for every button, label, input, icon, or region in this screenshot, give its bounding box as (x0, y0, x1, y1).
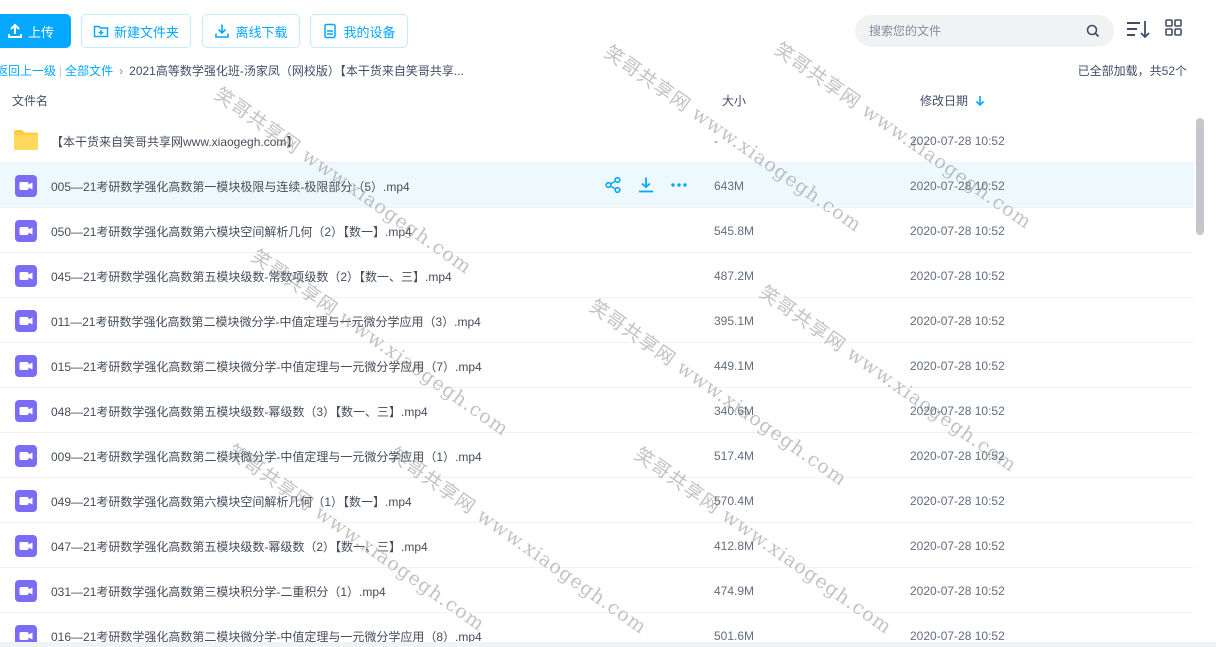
sort-desc-icon (976, 96, 985, 107)
search-icon[interactable] (1086, 24, 1100, 38)
bottom-divider (0, 642, 1216, 647)
column-name[interactable]: 文件名 (12, 92, 48, 109)
file-date: 2020-07-28 10:52 (910, 404, 1005, 418)
file-date: 2020-07-28 10:52 (910, 134, 1005, 148)
file-date: 2020-07-28 10:52 (910, 494, 1005, 508)
file-size: 449.1M (714, 359, 755, 373)
search-input[interactable] (869, 24, 1086, 38)
file-size: - (714, 134, 718, 148)
new-folder-label: 新建文件夹 (113, 24, 179, 40)
new-folder-icon (93, 25, 109, 38)
video-file-icon (15, 310, 37, 332)
video-file-icon (15, 265, 37, 287)
folder-icon (13, 129, 38, 150)
grid-view-icon[interactable] (1165, 19, 1182, 36)
download-icon[interactable] (637, 176, 655, 194)
file-size: 395.1M (714, 314, 755, 328)
file-size: 643M (714, 179, 745, 193)
file-size: 487.2M (714, 269, 755, 283)
file-name[interactable]: 005—21考研数学强化高数第一模块极限与连续-极限部分（5）.mp4 (51, 178, 410, 195)
file-row[interactable]: 015—21考研数学强化高数第二模块微分学-中值定理与一元微分学应用（7）.mp… (0, 343, 1194, 388)
video-file-icon (15, 355, 37, 377)
file-row[interactable]: 031—21考研数学强化高数第三模块积分学-二重积分（1）.mp4 474.9M 2… (0, 568, 1194, 613)
offline-download-label: 离线下载 (235, 24, 288, 40)
file-name[interactable]: 031—21考研数学强化高数第三模块积分学-二重积分（1）.mp4 (51, 583, 386, 600)
file-date: 2020-07-28 10:52 (910, 539, 1005, 553)
file-date: 2020-07-28 10:52 (910, 584, 1005, 598)
scrollbar-thumb[interactable] (1196, 118, 1204, 235)
file-size: 340.6M (714, 404, 755, 418)
new-folder-button[interactable]: 新建文件夹 (81, 14, 191, 48)
file-size: 545.8M (714, 224, 755, 238)
column-size[interactable]: 大小 (722, 92, 746, 109)
video-file-icon (15, 490, 37, 512)
video-file-icon (15, 175, 37, 197)
file-row[interactable]: 048—21考研数学强化高数第五模块级数-幂级数（3）【数一、三】.mp4 340… (0, 388, 1194, 433)
sort-icon[interactable] (1126, 19, 1150, 41)
scrollbar[interactable] (1196, 118, 1204, 638)
share-icon[interactable] (604, 176, 622, 194)
file-date: 2020-07-28 10:52 (910, 314, 1005, 328)
file-size: 570.4M (714, 494, 755, 508)
file-name[interactable]: 048—21考研数学强化高数第五模块级数-幂级数（3）【数一、三】.mp4 (51, 403, 428, 420)
file-date: 2020-07-28 10:52 (910, 269, 1005, 283)
my-devices-button[interactable]: 我的设备 (310, 14, 408, 48)
video-file-icon (15, 400, 37, 422)
offline-download-button[interactable]: 离线下载 (202, 14, 300, 48)
file-row[interactable]: 047—21考研数学强化高数第五模块级数-幂级数（2）【数一、三】.mp4 412… (0, 523, 1194, 568)
file-row[interactable]: 049—21考研数学强化高数第六模块空间解析几何（1）【数一】.mp4 570.4… (0, 478, 1194, 523)
file-row[interactable]: 005—21考研数学强化高数第一模块极限与连续-极限部分（5）.mp4 643M 2… (0, 163, 1194, 208)
file-name[interactable]: 009—21考研数学强化高数第二模块微分学-中值定理与一元微分学应用（1）.mp… (51, 448, 482, 465)
upload-button[interactable]: 上传 (0, 14, 71, 48)
crumb-divider: | (59, 63, 63, 78)
file-size: 501.6M (714, 629, 755, 643)
file-name[interactable]: 015—21考研数学强化高数第二模块微分学-中值定理与一元微分学应用（7）.mp… (51, 358, 482, 375)
device-icon (324, 23, 337, 39)
more-icon[interactable] (670, 176, 688, 194)
file-row[interactable]: 011—21考研数学强化高数第二模块微分学-中值定理与一元微分学应用（3）.mp… (0, 298, 1194, 343)
file-name[interactable]: 011—21考研数学强化高数第二模块微分学-中值定理与一元微分学应用（3）.mp… (51, 313, 481, 330)
row-actions (604, 176, 688, 194)
toolbar: 上传 新建文件夹 离线下载 我的设备 (0, 0, 1216, 60)
column-modified-label: 修改日期 (920, 94, 969, 108)
file-name[interactable]: 050—21考研数学强化高数第六模块空间解析几何（2）【数一】.mp4 (51, 223, 412, 240)
column-modified[interactable]: 修改日期 (920, 92, 985, 109)
breadcrumb: 返回上一级 | 全部文件 › 2021高等数学强化班-汤家凤（网校版）【本干货来… (0, 62, 1216, 79)
folder-row[interactable]: 【本干货来自笑哥共享网www.xiaogegh.com】 - 2020-07-28 … (0, 118, 1194, 163)
file-name[interactable]: 045—21考研数学强化高数第五模块级数-常数项级数（2）【数一、三】.mp4 (51, 268, 452, 285)
video-file-icon (15, 445, 37, 467)
upload-icon (7, 23, 22, 38)
file-date: 2020-07-28 10:52 (910, 179, 1005, 193)
file-row[interactable]: 045—21考研数学强化高数第五模块级数-常数项级数（2）【数一、三】.mp4 4… (0, 253, 1194, 298)
file-date: 2020-07-28 10:52 (910, 359, 1005, 373)
video-file-icon (15, 580, 37, 602)
file-row[interactable]: 050—21考研数学强化高数第六模块空间解析几何（2）【数一】.mp4 545.8… (0, 208, 1194, 253)
back-link[interactable]: 返回上一级 (0, 62, 56, 79)
load-status: 已全部加载，共52个 (1077, 64, 1187, 78)
download-icon (215, 24, 230, 38)
current-folder: 2021高等数学强化班-汤家凤（网校版）【本干货来自笑哥共享... (129, 64, 464, 78)
file-name[interactable]: 【本干货来自笑哥共享网www.xiaogegh.com】 (51, 133, 298, 150)
my-devices-label: 我的设备 (343, 24, 396, 40)
file-size: 474.9M (714, 584, 755, 598)
search-box (855, 15, 1114, 47)
video-file-icon (15, 220, 37, 242)
file-name[interactable]: 047—21考研数学强化高数第五模块级数-幂级数（2）【数一、三】.mp4 (51, 538, 428, 555)
upload-label: 上传 (27, 24, 54, 40)
file-name[interactable]: 049—21考研数学强化高数第六模块空间解析几何（1）【数一】.mp4 (51, 493, 412, 510)
video-file-icon (15, 535, 37, 557)
file-size: 412.8M (714, 539, 755, 553)
file-size: 517.4M (714, 449, 755, 463)
crumb-chevron-icon: › (119, 63, 124, 78)
list-header: 文件名 大小 修改日期 (0, 92, 1216, 110)
file-date: 2020-07-28 10:52 (910, 629, 1005, 643)
file-list: 【本干货来自笑哥共享网www.xiaogegh.com】 - 2020-07-28 … (0, 118, 1194, 647)
file-row[interactable]: 009—21考研数学强化高数第二模块微分学-中值定理与一元微分学应用（1）.mp… (0, 433, 1194, 478)
all-files-link[interactable]: 全部文件 (65, 62, 113, 79)
file-date: 2020-07-28 10:52 (910, 224, 1005, 238)
file-date: 2020-07-28 10:52 (910, 449, 1005, 463)
